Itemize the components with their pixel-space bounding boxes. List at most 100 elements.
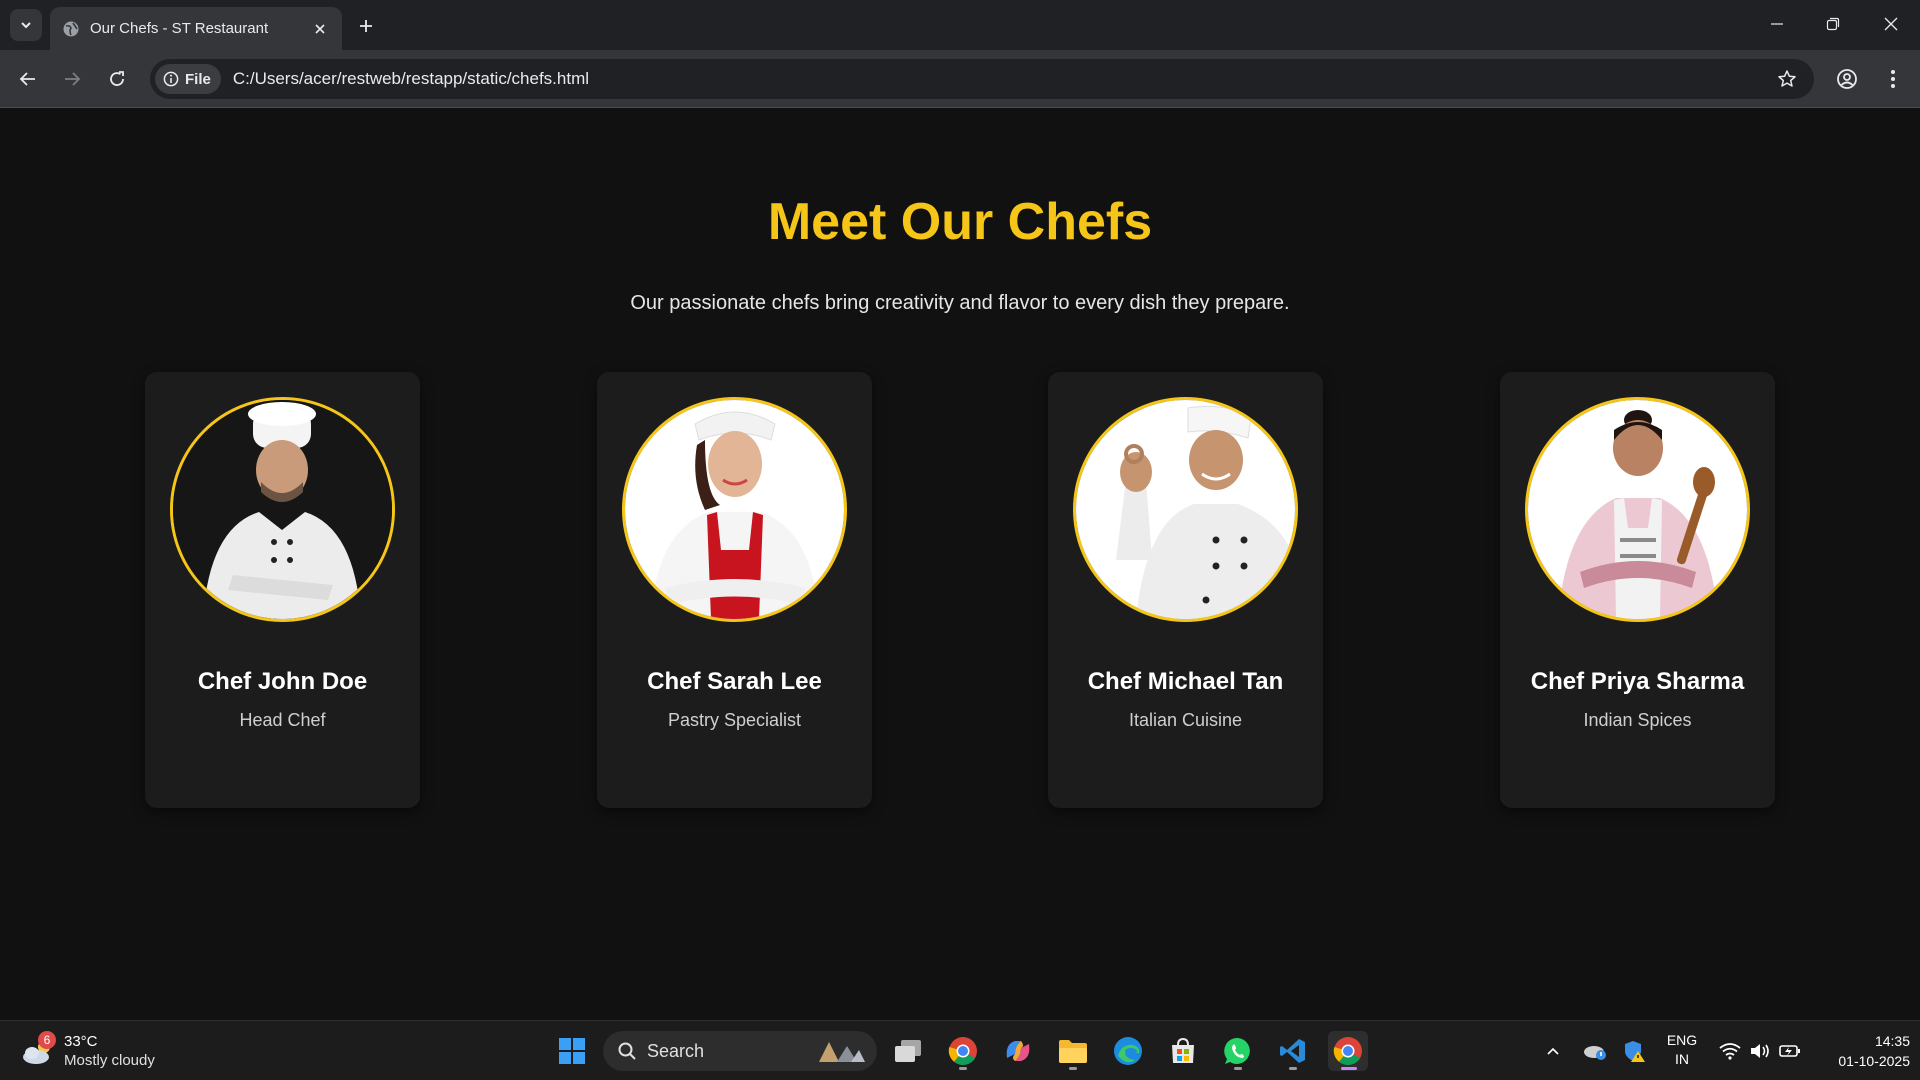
chrome-icon <box>948 1037 977 1065</box>
weather-description: Mostly cloudy <box>64 1052 155 1069</box>
onedrive-tray[interactable] <box>1581 1035 1609 1067</box>
tab-search-button[interactable] <box>10 9 42 41</box>
chef-role: Italian Cuisine <box>1128 710 1243 730</box>
taskbar-clock[interactable]: 14:35 01-10-2025 <box>1810 1031 1910 1071</box>
task-view-icon <box>895 1040 921 1062</box>
copilot-icon <box>1006 1041 1030 1061</box>
chef-name: Chef Michael Tan <box>1087 668 1284 695</box>
forward-button[interactable] <box>56 63 88 95</box>
chevron-up-icon <box>1547 1047 1559 1055</box>
edge-icon <box>1114 1037 1142 1065</box>
volume-icon <box>1751 1044 1769 1058</box>
close-window-button[interactable] <box>1866 6 1916 42</box>
new-tab-button[interactable] <box>352 12 380 40</box>
page-subtitle: Our passionate chefs bring creativity an… <box>630 292 1290 314</box>
taskbar-whatsapp[interactable] <box>1218 1031 1258 1071</box>
store-icon <box>1172 1037 1194 1063</box>
restore-icon <box>1826 17 1840 31</box>
reload-button[interactable] <box>101 63 133 95</box>
quick-settings[interactable] <box>1716 1035 1804 1067</box>
taskbar-search[interactable]: Search <box>603 1031 877 1071</box>
whatsapp-icon <box>1224 1037 1250 1064</box>
taskbar-file-explorer[interactable] <box>1053 1031 1093 1071</box>
chef-card: Chef Michael Tan Italian Cuisine <box>1048 372 1323 808</box>
weather-badge: 6 <box>38 1031 56 1049</box>
taskbar-microsoft-store[interactable] <box>1163 1031 1203 1071</box>
star-icon <box>1778 70 1796 87</box>
tab-title: Our Chefs - ST Restaurant <box>90 20 269 37</box>
start-button[interactable] <box>552 1031 592 1071</box>
folder-icon <box>1059 1040 1087 1063</box>
profile-button[interactable] <box>1831 63 1863 95</box>
browser-titlebar: Our Chefs - ST Restaurant <box>0 0 1920 50</box>
onedrive-icon <box>1584 1046 1606 1060</box>
show-hidden-icons-button[interactable] <box>1541 1035 1565 1067</box>
taskbar-search-label: Search <box>647 1040 705 1061</box>
weather-widget[interactable]: 6 33°C Mostly cloudy <box>20 1031 180 1071</box>
minimize-button[interactable] <box>1752 6 1802 42</box>
forward-icon <box>65 72 81 86</box>
weather-temperature: 33°C <box>64 1033 98 1050</box>
info-icon <box>163 71 179 87</box>
plus-icon <box>360 20 372 32</box>
tab-close-button[interactable] <box>310 19 330 39</box>
language-indicator[interactable]: ENG IN <box>1662 1031 1702 1069</box>
reload-icon <box>110 71 124 86</box>
browser-toolbar: File C:/Users/acer/restweb/restapp/stati… <box>0 50 1920 108</box>
restore-button[interactable] <box>1808 6 1858 42</box>
chef-photo <box>1073 397 1298 622</box>
windows-start-icon <box>559 1038 585 1064</box>
chef-name: Chef Priya Sharma <box>1530 668 1745 695</box>
bookmark-button[interactable] <box>1770 62 1804 96</box>
chef-photo <box>622 397 847 622</box>
running-indicator <box>1289 1067 1297 1070</box>
chef-name: Chef John Doe <box>197 668 368 695</box>
minimize-icon <box>1771 23 1783 25</box>
chevron-down-icon <box>21 22 31 29</box>
browser-menu-button[interactable] <box>1877 63 1909 95</box>
wifi-icon <box>1719 1043 1741 1060</box>
page-title: Meet Our Chefs <box>767 193 1153 251</box>
shield-warning-icon <box>1625 1041 1645 1062</box>
taskbar-chrome[interactable] <box>943 1031 983 1071</box>
back-button[interactable] <box>12 63 44 95</box>
site-info-chip[interactable]: File <box>155 64 221 94</box>
menu-icon <box>1891 70 1895 88</box>
chefs-page: Meet Our Chefs Our passionate chefs brin… <box>0 108 1920 1020</box>
address-bar[interactable]: File C:/Users/acer/restweb/restapp/stati… <box>150 59 1814 99</box>
region-code: IN <box>1675 1051 1689 1067</box>
chef-name: Chef Sarah Lee <box>647 668 822 695</box>
vscode-icon <box>1280 1039 1305 1063</box>
taskbar-task-view[interactable] <box>888 1031 928 1071</box>
search-icon <box>618 1042 636 1060</box>
running-indicator <box>1069 1067 1077 1070</box>
file-chip-label: File <box>185 70 211 88</box>
chef-role: Indian Spices <box>1583 710 1692 730</box>
profile-icon <box>1837 69 1857 89</box>
taskbar-chrome-active[interactable] <box>1328 1031 1368 1071</box>
taskbar-edge[interactable] <box>1108 1031 1148 1071</box>
running-indicator <box>959 1067 967 1070</box>
clock-time: 14:35 <box>1874 1033 1910 1049</box>
windows-taskbar: 6 33°C Mostly cloudy Search ENG IN 14:35… <box>0 1020 1920 1080</box>
taskbar-vscode[interactable] <box>1273 1031 1313 1071</box>
security-tray[interactable] <box>1620 1035 1648 1067</box>
running-indicator <box>1234 1067 1242 1070</box>
close-icon <box>315 23 325 34</box>
chef-role: Pastry Specialist <box>667 710 802 730</box>
browser-tab-active[interactable]: Our Chefs - ST Restaurant <box>50 7 342 50</box>
chef-role: Head Chef <box>239 710 326 730</box>
back-icon <box>19 72 35 86</box>
close-icon <box>1884 17 1898 31</box>
chef-photo <box>1525 397 1750 622</box>
battery-icon <box>1779 1045 1800 1057</box>
url-text[interactable]: C:/Users/acer/restweb/restapp/static/che… <box>233 69 1770 89</box>
taskbar-copilot[interactable] <box>998 1031 1038 1071</box>
chef-card: Chef Sarah Lee Pastry Specialist <box>597 372 872 808</box>
search-highlight-icon <box>819 1042 865 1062</box>
chef-photo <box>170 397 395 622</box>
chrome-icon <box>1333 1037 1362 1065</box>
language-code: ENG <box>1666 1032 1698 1048</box>
active-indicator <box>1341 1067 1357 1070</box>
chef-card: Chef John Doe Head Chef <box>145 372 420 808</box>
